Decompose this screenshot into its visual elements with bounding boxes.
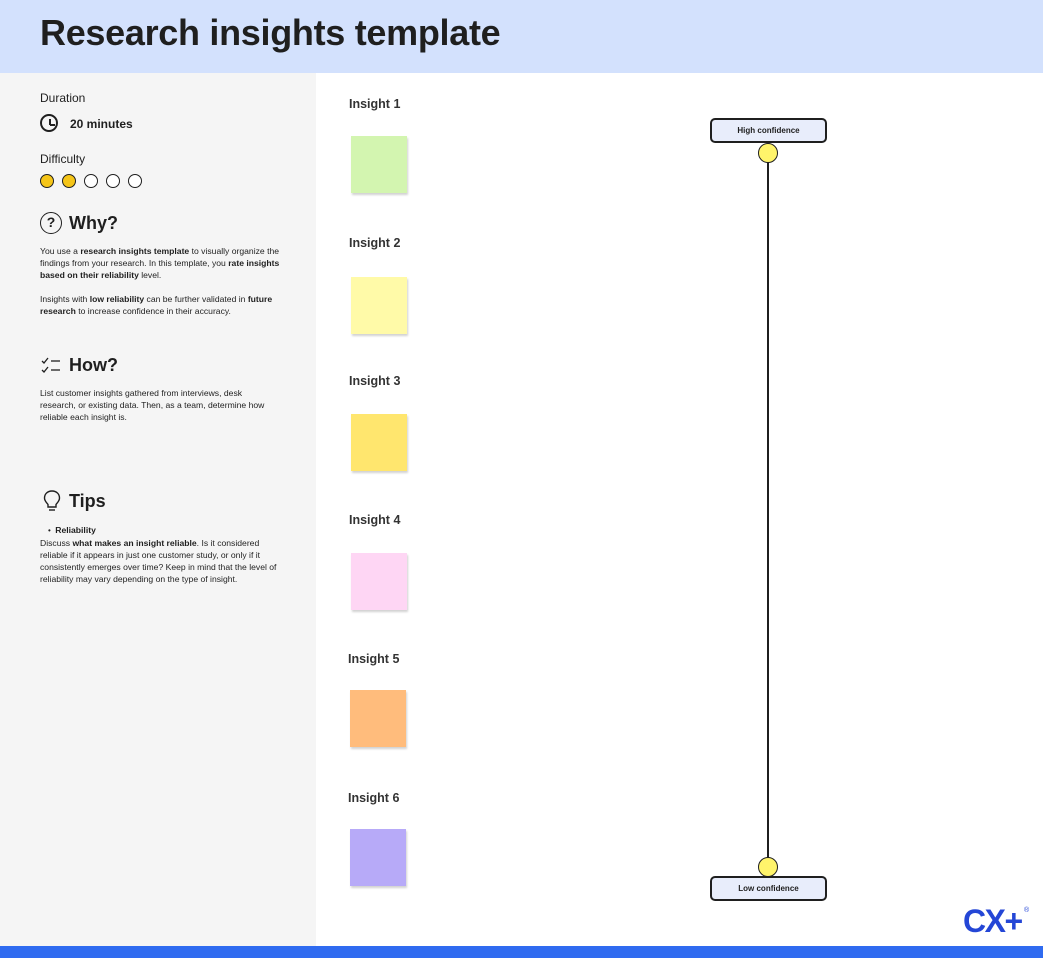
low-confidence-label: Low confidence: [710, 876, 827, 901]
tips-bullet: • Reliability: [48, 525, 96, 535]
checklist-icon: [41, 357, 60, 373]
confidence-scale-line: [767, 153, 769, 866]
how-title: How?: [69, 355, 118, 375]
tips-title: Tips: [69, 491, 106, 511]
insight-label: Insight 5: [348, 652, 400, 666]
why-title: Why?: [69, 213, 118, 233]
high-confidence-handle[interactable]: [758, 143, 778, 163]
page-header: Research insights template: [0, 0, 1043, 73]
footer-bar: [0, 946, 1043, 958]
insight-label: Insight 6: [348, 791, 400, 805]
low-confidence-handle[interactable]: [758, 857, 778, 877]
insight-sticky-note[interactable]: [351, 136, 407, 193]
insight-sticky-note[interactable]: [350, 829, 406, 886]
insight-sticky-note[interactable]: [351, 277, 407, 334]
difficulty-label: Difficulty: [40, 152, 86, 166]
clock-icon: [40, 114, 58, 132]
duration-label: Duration: [40, 91, 86, 105]
question-circle-icon: ?: [40, 212, 62, 234]
logo-registered-mark: ®: [1023, 907, 1029, 914]
why-paragraph-2: Insights with low reliability can be fur…: [40, 294, 273, 316]
logo-text: CX+: [963, 903, 1023, 939]
difficulty-dot: [106, 174, 120, 188]
high-confidence-label: High confidence: [710, 118, 827, 143]
difficulty-rating: [40, 174, 160, 190]
difficulty-dot: [84, 174, 98, 188]
insight-label: Insight 1: [349, 97, 401, 111]
how-text: List customer insights gathered from int…: [40, 388, 265, 422]
duration-value: 20 minutes: [70, 117, 133, 131]
why-text: You use a research insights template to …: [40, 245, 280, 317]
insight-sticky-note[interactable]: [350, 690, 406, 747]
why-paragraph-1: You use a research insights template to …: [40, 246, 280, 280]
page-title: Research insights template: [40, 12, 501, 53]
tips-text: • Reliability Discuss what makes an insi…: [40, 524, 280, 585]
insight-sticky-note[interactable]: [351, 414, 407, 471]
insight-label: Insight 2: [349, 236, 401, 250]
insight-label: Insight 3: [349, 374, 401, 388]
insight-sticky-note[interactable]: [351, 553, 407, 610]
difficulty-dot: [128, 174, 142, 188]
tips-paragraph: Discuss what makes an insight reliable. …: [40, 538, 277, 584]
lightbulb-icon: [43, 490, 61, 511]
difficulty-dot: [62, 174, 76, 188]
difficulty-dot: [40, 174, 54, 188]
insight-label: Insight 4: [349, 513, 401, 527]
info-sidebar: Duration 20 minutes Difficulty ? Why? Yo…: [0, 73, 316, 946]
cx-plus-logo: CX+ ®: [963, 903, 1029, 940]
